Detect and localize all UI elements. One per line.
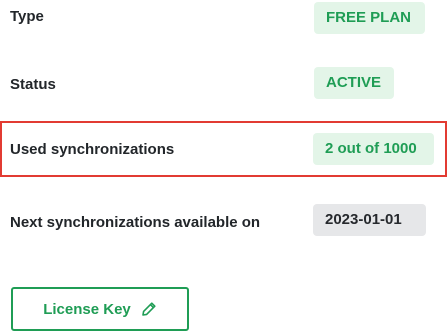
status-label: Status	[10, 76, 56, 93]
status-badge: ACTIVE	[314, 67, 394, 99]
next-synchronizations-label: Next synchronizations available on	[10, 214, 261, 231]
license-key-button-label: License Key	[43, 300, 131, 318]
used-synchronizations-label: Used synchronizations	[10, 141, 175, 158]
type-label: Type	[10, 8, 44, 25]
next-synchronizations-row: Next synchronizations available on 2023-…	[0, 202, 447, 242]
status-row: Status ACTIVE	[0, 66, 447, 100]
next-synchronizations-date-badge: 2023-01-01	[313, 204, 426, 236]
license-key-button[interactable]: License Key	[11, 287, 189, 331]
type-row: Type FREE PLAN	[0, 0, 447, 34]
plan-type-badge: FREE PLAN	[314, 2, 425, 34]
pencil-icon	[141, 301, 157, 317]
used-synchronizations-badge: 2 out of 1000	[313, 133, 434, 165]
used-synchronizations-row: Used synchronizations 2 out of 1000	[0, 121, 447, 177]
